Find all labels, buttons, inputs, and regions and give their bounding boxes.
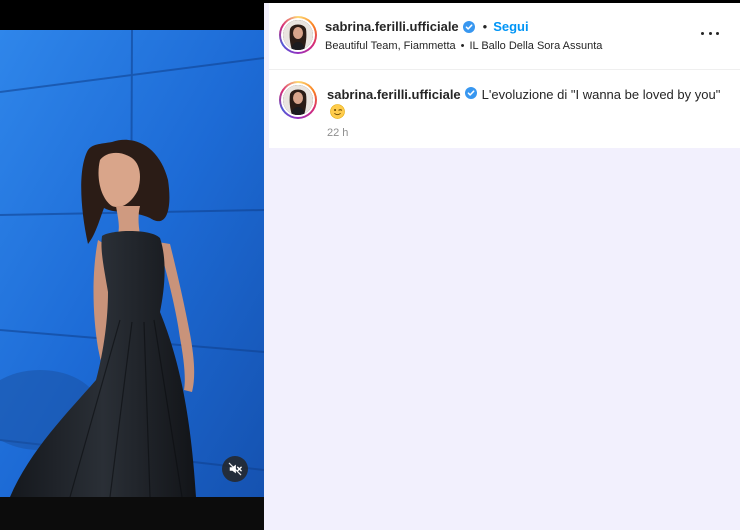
caption-username[interactable]: sabrina.ferilli.ufficiale bbox=[327, 87, 461, 102]
post-caption: sabrina.ferilli.ufficiale L'evoluzione di… bbox=[269, 70, 740, 148]
media-bottom-bar bbox=[0, 497, 264, 530]
audio-credit[interactable]: Beautiful Team, Fiammetta bbox=[325, 40, 456, 52]
song-title[interactable]: IL Ballo Della Sora Assunta bbox=[470, 40, 603, 52]
mute-toggle-button[interactable] bbox=[222, 456, 248, 482]
caption-author-avatar[interactable] bbox=[279, 81, 317, 119]
caption-text-block: sabrina.ferilli.ufficiale L'evoluzione di… bbox=[327, 86, 727, 120]
post-video-frame[interactable] bbox=[0, 30, 264, 497]
more-options-button[interactable] bbox=[699, 25, 721, 41]
avatar-portrait-icon bbox=[283, 20, 313, 50]
verified-badge-icon bbox=[462, 20, 475, 33]
header-dot-separator: • bbox=[482, 19, 488, 34]
more-options-icon bbox=[701, 31, 704, 35]
media-top-bar bbox=[0, 0, 264, 30]
author-avatar[interactable] bbox=[279, 16, 317, 54]
verified-badge-icon bbox=[464, 87, 477, 99]
photo-illustration bbox=[0, 30, 264, 497]
caption-body-text: L'evoluzione di "I wanna be loved by you… bbox=[481, 87, 721, 102]
winking-face-emoji bbox=[330, 104, 345, 119]
post-timestamp[interactable]: 22 h bbox=[327, 127, 348, 139]
post-details-panel: sabrina.ferilli.ufficiale • Segui Beauti… bbox=[264, 0, 740, 530]
post-media-panel bbox=[0, 0, 264, 530]
subtitle-separator: • bbox=[460, 40, 465, 52]
follow-button[interactable]: Segui bbox=[493, 19, 528, 34]
author-username[interactable]: sabrina.ferilli.ufficiale bbox=[325, 19, 459, 34]
avatar-portrait-icon bbox=[283, 85, 313, 115]
post-header: sabrina.ferilli.ufficiale • Segui Beauti… bbox=[269, 3, 740, 70]
post-audio-location-line[interactable]: Beautiful Team, Fiammetta • IL Ballo Del… bbox=[325, 40, 602, 52]
speaker-muted-icon bbox=[228, 462, 242, 476]
